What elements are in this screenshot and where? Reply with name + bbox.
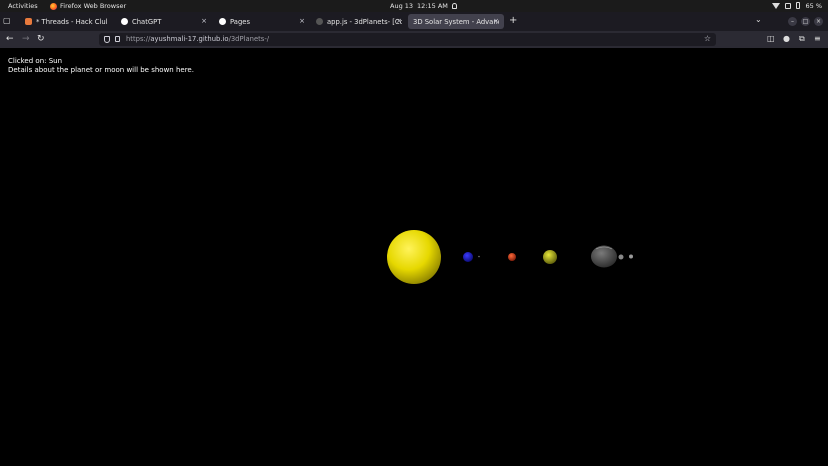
time-label: 12:15 AM	[417, 2, 448, 10]
list-all-tabs-icon[interactable]: ⌄	[755, 15, 762, 24]
tab-strip: ▢ * Threads - Hack Club - Y ChatGPT × Pa…	[0, 12, 828, 31]
planet-sphere-blue[interactable]	[463, 252, 473, 262]
new-tab-button[interactable]: +	[509, 15, 517, 26]
url-text[interactable]: https://ayushmali-17.github.io/3dPlanets…	[126, 35, 269, 43]
tab-close-icon[interactable]: ×	[493, 17, 499, 25]
menu-icon[interactable]: ≡	[814, 34, 821, 43]
url-host: ayushmali-17.github.io	[150, 35, 229, 43]
planet-sphere-small[interactable]	[629, 254, 633, 259]
system-top-bar: Activities Firefox Web Browser Aug 13 12…	[0, 0, 828, 12]
clock[interactable]: Aug 13 12:15 AM	[390, 2, 457, 10]
maximize-button[interactable]: □	[801, 17, 810, 26]
app-menu[interactable]: Firefox Web Browser	[50, 2, 126, 10]
github-favicon-icon	[219, 18, 226, 25]
wifi-icon	[772, 2, 781, 9]
sun-sphere[interactable]	[387, 230, 441, 284]
notification-bell-icon	[451, 3, 457, 9]
hackclub-favicon-icon	[25, 18, 32, 25]
codesandbox-favicon-icon	[316, 18, 323, 25]
url-bar[interactable]: https://ayushmali-17.github.io/3dPlanets…	[99, 33, 716, 46]
lock-icon[interactable]	[115, 36, 120, 42]
back-arrow-icon[interactable]: ←	[6, 34, 14, 45]
date-label: Aug 13	[390, 2, 414, 10]
reload-icon[interactable]: ↻	[37, 34, 45, 45]
app-name: Firefox Web Browser	[60, 2, 127, 10]
network-icon	[785, 2, 792, 9]
tab-pages[interactable]: Pages ×	[214, 14, 310, 29]
planet-sphere-red[interactable]	[508, 253, 516, 261]
forward-arrow-icon[interactable]: →	[22, 34, 30, 45]
url-scheme: https://	[126, 35, 151, 43]
chatgpt-favicon-icon	[121, 18, 128, 25]
extensions-icon[interactable]: ⧉	[799, 34, 805, 44]
activities-button[interactable]: Activities	[8, 2, 38, 10]
tab-label: * Threads - Hack Club - Y	[36, 17, 107, 26]
system-tray[interactable]: 65 %	[772, 2, 822, 10]
tab-chatgpt[interactable]: ChatGPT ×	[116, 14, 212, 29]
tab-solar-system[interactable]: 3D Solar System - Advanced ×	[408, 14, 504, 29]
page-content: Clicked on: Sun Details about the planet…	[0, 48, 828, 466]
moon-sphere[interactable]	[478, 255, 480, 258]
battery-percent: 65 %	[805, 1, 822, 10]
minimize-button[interactable]: –	[788, 17, 797, 26]
account-icon[interactable]: ●	[783, 34, 790, 43]
pocket-icon[interactable]: ◫	[767, 34, 775, 43]
bookmark-star-icon[interactable]: ☆	[704, 34, 711, 43]
url-path: /3dPlanets-/	[228, 35, 270, 43]
tab-close-icon[interactable]: ×	[299, 17, 305, 25]
battery-icon	[796, 2, 801, 9]
close-window-button[interactable]: ×	[814, 17, 823, 26]
navigation-toolbar: ← → ↻ https://ayushmali-17.github.io/3dP…	[0, 31, 828, 48]
tab-threads[interactable]: * Threads - Hack Club - Y	[20, 14, 112, 29]
firefox-icon	[50, 2, 57, 10]
tracking-shield-icon[interactable]	[104, 36, 110, 43]
tab-label: Pages	[230, 17, 250, 26]
planet-sphere-yellow[interactable]	[543, 250, 557, 264]
firefox-view-icon[interactable]: ▢	[3, 16, 13, 26]
tab-app-js[interactable]: app.js - 3dPlanets- [Code ×	[311, 14, 407, 29]
tab-label: 3D Solar System - Advanced	[413, 17, 499, 26]
solar-system-canvas[interactable]	[0, 48, 828, 466]
tab-label: ChatGPT	[132, 17, 162, 26]
tab-close-icon[interactable]: ×	[396, 17, 402, 25]
moon-sphere-grey[interactable]	[618, 254, 624, 260]
planet-sphere-grey[interactable]	[591, 245, 617, 268]
tab-close-icon[interactable]: ×	[201, 17, 207, 25]
tab-label: app.js - 3dPlanets- [Code	[327, 17, 402, 26]
